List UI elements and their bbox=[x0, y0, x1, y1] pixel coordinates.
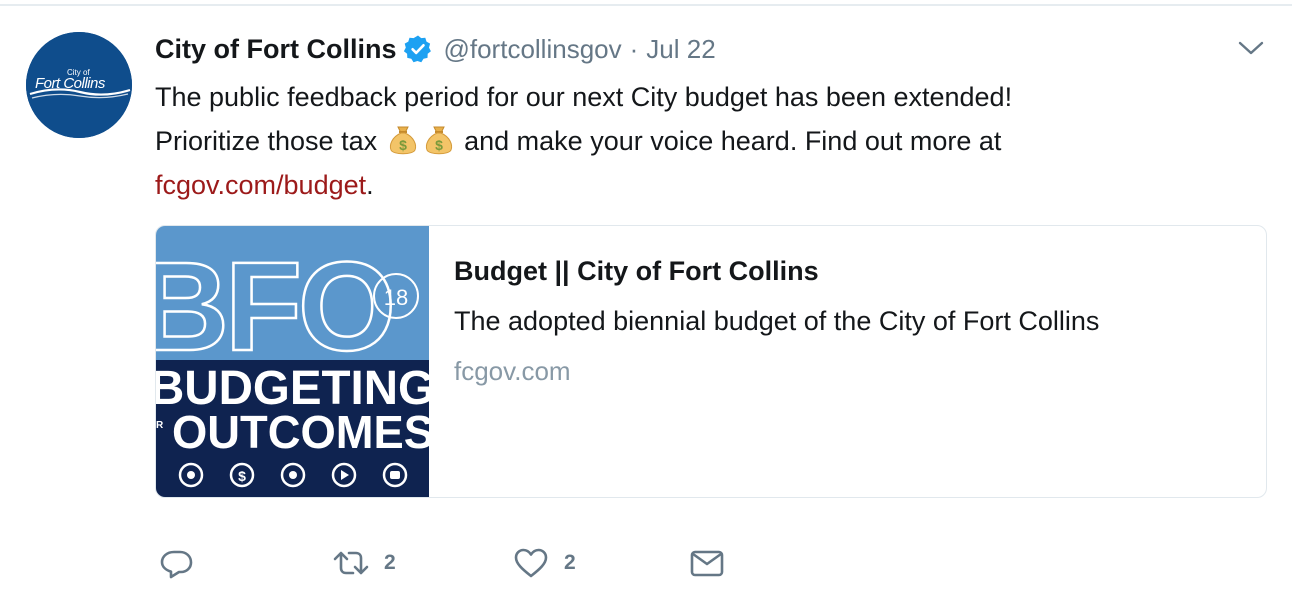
like-button[interactable]: 2 bbox=[512, 540, 576, 586]
card-domain: fcgov.com bbox=[454, 356, 571, 386]
city-logo: City of Fort Collins bbox=[26, 32, 132, 138]
direct-message-button[interactable] bbox=[688, 540, 726, 586]
envelope-icon bbox=[688, 544, 726, 582]
retweet-icon bbox=[332, 544, 370, 582]
link-preview-card[interactable]: BFO 18 BUDGETING R OUTCOMES $ Budget || … bbox=[155, 225, 1267, 498]
svg-text:$: $ bbox=[399, 137, 407, 153]
money-bag-icon: $ bbox=[386, 123, 420, 157]
tweet-text-line-3: fcgov.com/budget. bbox=[155, 163, 1255, 207]
budget-link[interactable]: fcgov.com/budget bbox=[155, 170, 366, 200]
like-count: 2 bbox=[564, 551, 576, 574]
tweet-text-period: . bbox=[366, 170, 374, 200]
heart-icon bbox=[512, 544, 550, 582]
display-name[interactable]: City of Fort Collins bbox=[155, 34, 396, 65]
tweet-actions: 2 2 bbox=[158, 540, 758, 586]
verified-badge-icon bbox=[403, 34, 433, 64]
card-image-small-letters: R bbox=[156, 420, 164, 431]
retweet-button[interactable]: 2 bbox=[332, 540, 396, 586]
card-title: Budget || City of Fort Collins bbox=[454, 256, 819, 286]
card-image-line-2: OUTCOMES bbox=[172, 406, 429, 458]
tweet-header: City of Fort Collins @fortcollinsgov · J… bbox=[155, 29, 716, 69]
timestamp[interactable]: Jul 22 bbox=[646, 34, 715, 65]
card-description: The adopted biennial budget of the City … bbox=[454, 306, 1100, 336]
card-body: Budget || City of Fort Collins The adopt… bbox=[429, 226, 1099, 497]
chevron-down-icon[interactable] bbox=[1234, 34, 1268, 62]
money-bag-icon: $ bbox=[422, 123, 456, 157]
tweet-text-segment: Prioritize those tax bbox=[155, 126, 378, 156]
reply-button[interactable] bbox=[158, 540, 196, 586]
svg-text:$: $ bbox=[435, 137, 443, 153]
tweet-text-line-2: Prioritize those tax $ $ and make your v… bbox=[155, 119, 1255, 163]
avatar[interactable]: City of Fort Collins bbox=[26, 32, 132, 138]
tweet-text: The public feedback period for our next … bbox=[155, 75, 1255, 207]
retweet-count: 2 bbox=[384, 551, 396, 574]
card-thumbnail: BFO 18 BUDGETING R OUTCOMES $ bbox=[156, 226, 429, 497]
tweet-text-segment: and make your voice heard. Find out more… bbox=[464, 126, 1002, 156]
separator: · bbox=[629, 33, 639, 64]
handle[interactable]: @fortcollinsgov bbox=[443, 34, 621, 65]
card-image-badge: 18 bbox=[384, 285, 408, 310]
reply-icon bbox=[158, 544, 196, 582]
top-divider bbox=[0, 4, 1292, 6]
tweet-text-line-1: The public feedback period for our next … bbox=[155, 82, 1013, 112]
svg-text:$: $ bbox=[238, 468, 246, 484]
card-image-big-letters: BFO bbox=[156, 236, 392, 377]
